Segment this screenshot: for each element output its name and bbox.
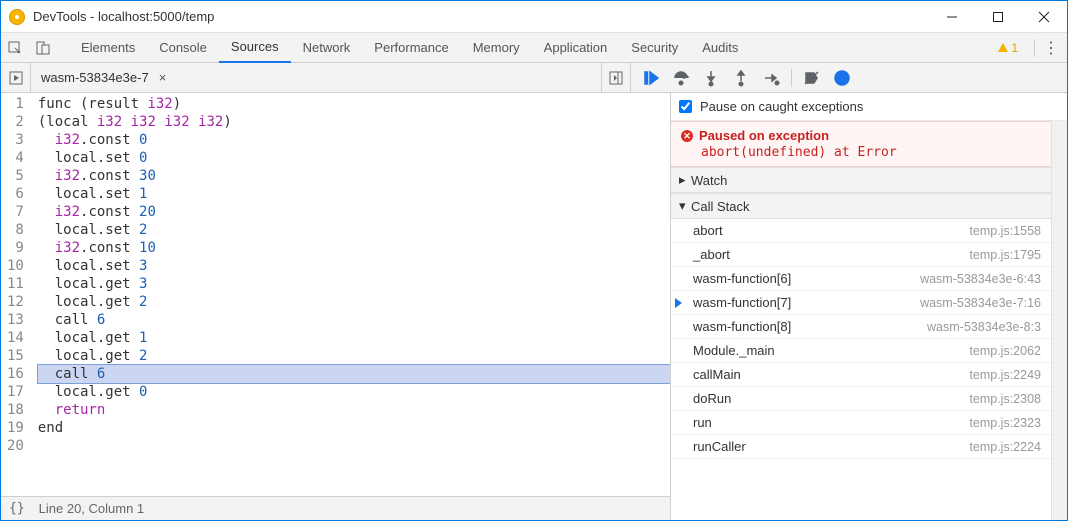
tab-security[interactable]: Security bbox=[619, 33, 690, 63]
step-into-button[interactable] bbox=[697, 66, 725, 90]
more-menu-icon[interactable]: ⋮ bbox=[1041, 38, 1061, 58]
resume-button[interactable] bbox=[637, 66, 665, 90]
close-icon[interactable]: × bbox=[159, 70, 167, 85]
tab-elements[interactable]: Elements bbox=[69, 33, 147, 63]
format-code-icon[interactable]: {} bbox=[9, 501, 25, 516]
callstack-frame[interactable]: wasm-function[6]wasm-53834e3e-6:43 bbox=[671, 267, 1051, 291]
minimize-button[interactable] bbox=[929, 2, 975, 32]
titlebar: DevTools - localhost:5000/temp bbox=[1, 1, 1067, 33]
code-line[interactable]: i32.const 20 bbox=[38, 203, 670, 221]
paused-message: ✕Paused on exception abort(undefined) at… bbox=[671, 121, 1067, 167]
step-out-button[interactable] bbox=[727, 66, 755, 90]
step-over-button[interactable] bbox=[667, 66, 695, 90]
code-line[interactable]: i32.const 30 bbox=[38, 167, 670, 185]
code-line[interactable]: local.get 0 bbox=[38, 383, 670, 401]
warnings-badge[interactable]: 1 bbox=[997, 41, 1018, 55]
code-line[interactable]: (local i32 i32 i32 i32) bbox=[38, 113, 670, 131]
callstack-frame[interactable]: aborttemp.js:1558 bbox=[671, 219, 1051, 243]
devtools-icon bbox=[9, 9, 25, 25]
code-line[interactable]: local.set 1 bbox=[38, 185, 670, 203]
tab-audits[interactable]: Audits bbox=[690, 33, 750, 63]
code-line[interactable]: call 6 bbox=[38, 365, 670, 383]
code-line[interactable]: local.get 3 bbox=[38, 275, 670, 293]
tab-network[interactable]: Network bbox=[291, 33, 363, 63]
code-line[interactable]: func (result i32) bbox=[38, 95, 670, 113]
run-snippet-icon[interactable] bbox=[1, 63, 31, 92]
error-icon: ✕ bbox=[681, 130, 693, 142]
tab-memory[interactable]: Memory bbox=[461, 33, 532, 63]
window-title: DevTools - localhost:5000/temp bbox=[33, 9, 929, 24]
cursor-position: Line 20, Column 1 bbox=[39, 501, 145, 516]
inspect-icon[interactable] bbox=[1, 34, 29, 62]
code-line[interactable] bbox=[38, 437, 670, 455]
show-navigator-icon[interactable] bbox=[601, 63, 631, 92]
deactivate-breakpoints-button[interactable] bbox=[798, 66, 826, 90]
pause-on-caught-label: Pause on caught exceptions bbox=[700, 99, 863, 114]
code-line[interactable]: call 6 bbox=[38, 311, 670, 329]
code-line[interactable]: end bbox=[38, 419, 670, 437]
code-line[interactable]: return bbox=[38, 401, 670, 419]
pause-on-caught-checkbox[interactable] bbox=[679, 100, 692, 113]
device-toolbar-icon[interactable] bbox=[29, 34, 57, 62]
code-line[interactable]: i32.const 0 bbox=[38, 131, 670, 149]
debugger-toolbar bbox=[631, 63, 1067, 92]
callstack-frame[interactable]: runCallertemp.js:2224 bbox=[671, 435, 1051, 459]
source-subbar: wasm-53834e3e-7 × bbox=[1, 63, 1067, 93]
callstack-frame[interactable]: Module._maintemp.js:2062 bbox=[671, 339, 1051, 363]
watch-panel-header[interactable]: ▸Watch bbox=[671, 167, 1067, 193]
tab-application[interactable]: Application bbox=[532, 33, 620, 63]
callstack-panel-header[interactable]: ▾Call Stack bbox=[671, 193, 1067, 219]
code-line[interactable]: local.set 2 bbox=[38, 221, 670, 239]
scrollbar-thumb[interactable] bbox=[1054, 121, 1065, 281]
step-button[interactable] bbox=[757, 66, 785, 90]
warnings-count: 1 bbox=[1011, 41, 1018, 55]
callstack-frame[interactable]: callMaintemp.js:2249 bbox=[671, 363, 1051, 387]
file-tab-name: wasm-53834e3e-7 bbox=[41, 70, 149, 85]
file-tab[interactable]: wasm-53834e3e-7 × bbox=[31, 70, 176, 85]
callstack-frame[interactable]: doRuntemp.js:2308 bbox=[671, 387, 1051, 411]
maximize-button[interactable] bbox=[975, 2, 1021, 32]
code-line[interactable]: local.set 3 bbox=[38, 257, 670, 275]
code-editor[interactable]: 1234567891011121314151617181920 func (re… bbox=[1, 93, 670, 496]
code-line[interactable]: i32.const 10 bbox=[38, 239, 670, 257]
code-line[interactable]: local.get 2 bbox=[38, 347, 670, 365]
callstack-frame[interactable]: _aborttemp.js:1795 bbox=[671, 243, 1051, 267]
tab-sources[interactable]: Sources bbox=[219, 33, 291, 63]
callstack-frame[interactable]: runtemp.js:2323 bbox=[671, 411, 1051, 435]
tab-performance[interactable]: Performance bbox=[362, 33, 460, 63]
close-button[interactable] bbox=[1021, 2, 1067, 32]
code-line[interactable]: local.set 0 bbox=[38, 149, 670, 167]
editor-statusbar: {} Line 20, Column 1 bbox=[1, 496, 670, 520]
code-line[interactable]: local.get 2 bbox=[38, 293, 670, 311]
main-toolbar: ElementsConsoleSourcesNetworkPerformance… bbox=[1, 33, 1067, 63]
code-line[interactable]: local.get 1 bbox=[38, 329, 670, 347]
callstack-frame[interactable]: wasm-function[7]wasm-53834e3e-7:16 bbox=[671, 291, 1051, 315]
pause-on-exceptions-button[interactable] bbox=[828, 66, 856, 90]
tab-console[interactable]: Console bbox=[147, 33, 219, 63]
callstack-frame[interactable]: wasm-function[8]wasm-53834e3e-8:3 bbox=[671, 315, 1051, 339]
